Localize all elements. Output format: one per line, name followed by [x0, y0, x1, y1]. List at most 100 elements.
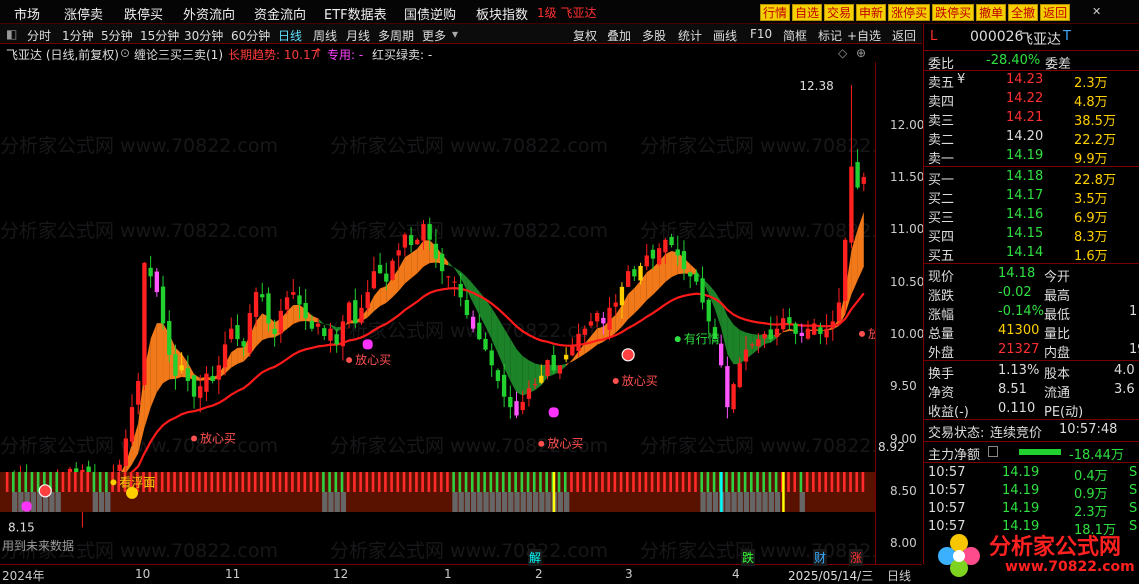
tool-button-4[interactable]: 画线 — [713, 27, 737, 44]
signal-gray — [737, 492, 743, 512]
tool-button-2[interactable]: 多股 — [642, 27, 666, 44]
menu-item-5[interactable]: ETF数据表 — [324, 4, 387, 23]
period-tab-10[interactable]: 更多 — [422, 27, 446, 44]
candle-body — [284, 297, 290, 310]
month-label: 1 — [444, 567, 452, 581]
quick-button-0[interactable]: 行情 — [760, 4, 791, 21]
tool-button-3[interactable]: 统计 — [678, 27, 702, 44]
quick-button-3[interactable]: 申新 — [856, 4, 887, 21]
signal-bar — [601, 472, 604, 492]
quote-cell: 10:57 — [928, 501, 966, 516]
signal-bar — [210, 472, 214, 492]
period-tab-8[interactable]: 月线 — [346, 27, 370, 44]
tool-button-8[interactable]: +自选 — [847, 27, 881, 44]
tool-button-5[interactable]: F10 — [750, 27, 772, 41]
menu-item-6[interactable]: 国债逆购 — [404, 4, 456, 23]
menu-item-0[interactable]: 市场 — [14, 4, 40, 23]
quick-button-6[interactable]: 撤单 — [976, 4, 1007, 21]
close-icon[interactable]: ✕ — [1092, 5, 1101, 18]
sell-flower-icon — [548, 407, 559, 418]
quote-cell: 换手 — [928, 367, 955, 382]
event-tag[interactable]: 财 — [813, 549, 828, 566]
tool-button-7[interactable]: 标记 — [818, 27, 842, 44]
month-label: 4 — [732, 567, 740, 581]
event-tag[interactable]: 涨 — [849, 549, 864, 566]
quick-button-8[interactable]: 返回 — [1040, 4, 1071, 21]
signal-bar — [588, 472, 592, 492]
candle-body — [303, 303, 308, 319]
candle-body — [725, 366, 730, 408]
signal-gray — [12, 492, 18, 512]
signal-bar — [712, 472, 716, 492]
quote-cell: T — [1063, 29, 1071, 44]
watermark-text: 分析家公式网 www.70822.com — [640, 435, 875, 457]
collapse-icon[interactable]: ⊙ — [120, 46, 130, 60]
period-tab-1[interactable]: 1分钟 — [62, 27, 94, 44]
signal-bar — [303, 472, 307, 492]
period-tab-6[interactable]: 日线 — [278, 27, 302, 44]
tool-button-6[interactable]: 简框 — [783, 27, 807, 44]
tool-button-1[interactable]: 叠加 — [607, 27, 631, 44]
date-axis: 2024年 2025/05/14/三 日线 10 11 12 1 2 3 4 — [0, 564, 922, 584]
net-icon[interactable] — [988, 446, 998, 457]
candle-body — [700, 278, 705, 303]
period-tab-4[interactable]: 30分钟 — [184, 27, 223, 44]
candle-body — [334, 334, 339, 345]
quote-cell: 38.5万 — [1074, 114, 1116, 129]
sell-flower-icon — [362, 339, 373, 350]
signal-bar — [402, 472, 406, 492]
quote-cell: 1.6万 — [1074, 249, 1108, 264]
quick-button-7[interactable]: 全撤 — [1008, 4, 1039, 21]
menu-item-4[interactable]: 资金流向 — [254, 4, 306, 23]
quick-button-2[interactable]: 交易 — [824, 4, 855, 21]
axis-tick: 8.50 — [890, 483, 917, 498]
signal-gray — [105, 492, 111, 512]
dropdown-icon[interactable]: ▾ — [452, 27, 458, 41]
signal-bar — [328, 472, 331, 492]
quote-cell: 3.6 — [1114, 382, 1135, 397]
trend-band-segment — [528, 360, 536, 394]
kline-chart[interactable]: 分析家公式网 www.70822.com 分析家公式网 www.70822.com… — [0, 62, 875, 564]
candle-body — [452, 281, 457, 283]
signal-bar — [625, 472, 629, 492]
period-tab-2[interactable]: 5分钟 — [101, 27, 133, 44]
quote-cell: L — [930, 29, 938, 44]
quote-cell: 净资 — [928, 386, 955, 401]
signal-bar — [774, 472, 778, 492]
event-tag[interactable]: 解 — [528, 549, 543, 566]
period-tab-3[interactable]: 15分钟 — [140, 27, 179, 44]
tool-button-0[interactable]: 复权 — [573, 27, 597, 44]
menu-item-1[interactable]: 涨停卖 — [64, 4, 103, 23]
candle-body — [204, 373, 209, 392]
quick-button-5[interactable]: 跌停买 — [932, 4, 975, 21]
menu-item-2[interactable]: 跌停买 — [124, 4, 163, 23]
event-tag[interactable]: 跌 — [741, 549, 756, 566]
tool-button-9[interactable]: 返回 — [892, 27, 916, 44]
quote-cell: 6.9万 — [1074, 211, 1108, 226]
quick-button-1[interactable]: 自选 — [792, 4, 823, 21]
trend-band-segment — [727, 315, 734, 365]
formula-name[interactable]: 缠论三买三卖(1) — [134, 46, 223, 63]
period-tab-7[interactable]: 周线 — [313, 27, 337, 44]
candle-body — [185, 368, 191, 381]
candle-body — [644, 255, 649, 267]
quick-button-4[interactable]: 涨停买 — [888, 4, 931, 21]
menu-item-7[interactable]: 板块指数 — [476, 4, 528, 23]
diamond-icon[interactable]: ◇ — [838, 46, 847, 60]
watermark-text: 分析家公式网 www.70822.com — [330, 220, 608, 242]
price-axis: 8.92 12.00 11.50 11.00 10.50 10.00 9.50 9.00 8.… — [875, 62, 924, 564]
trend-band-segment — [615, 305, 622, 333]
period-tab-9[interactable]: 多周期 — [378, 27, 414, 44]
period-tab-5[interactable]: 60分钟 — [231, 27, 270, 44]
panel-toggle-icon[interactable]: ◧ — [6, 27, 17, 41]
trend-band-segment — [634, 280, 641, 314]
signal-bar — [508, 472, 511, 492]
candle-body — [328, 328, 333, 341]
signal-bar — [526, 472, 530, 492]
menu-item-3[interactable]: 外资流向 — [183, 4, 235, 23]
candle-body — [501, 374, 507, 397]
quote-cell: S — [1129, 465, 1138, 480]
period-tab-0[interactable]: 分时 — [27, 27, 51, 44]
dots-icon[interactable]: ⊕ — [856, 46, 866, 60]
signal-gray — [328, 492, 334, 512]
